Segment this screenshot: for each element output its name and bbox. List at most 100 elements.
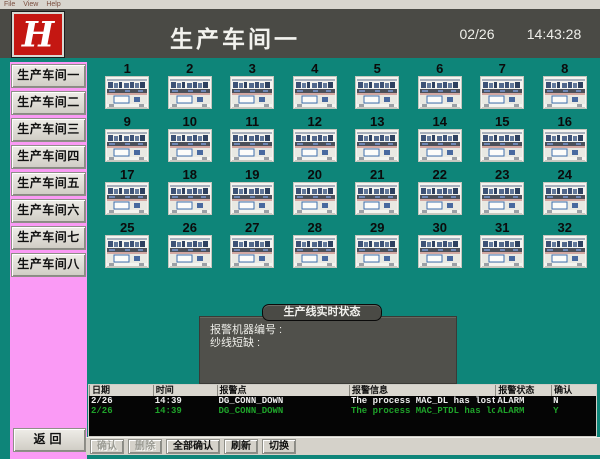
machine-cell-6[interactable]: 6 — [418, 62, 462, 115]
sidebar-item-workshop-4[interactable]: 生产车间四 — [11, 145, 86, 169]
knitting-machine-icon — [230, 129, 274, 162]
machine-cell-10[interactable]: 10 — [168, 115, 212, 168]
machine-cell-21[interactable]: 21 — [355, 168, 399, 221]
sidebar: 生产车间一生产车间二生产车间三生产车间四生产车间五生产车间六生产车间七生产车间八 — [10, 62, 87, 459]
column-header-1: 时间 — [153, 385, 217, 396]
alarm-table-row[interactable]: 2/2614:39DG_CONN_DOWNThe process MAC_DL … — [89, 396, 596, 406]
sidebar-item-workshop-7[interactable]: 生产车间七 — [11, 226, 86, 250]
knitting-machine-icon — [480, 76, 524, 109]
alarm-table-row[interactable]: 2/2614:39DG_CONN_DOWNThe process MAC_PTD… — [89, 406, 596, 416]
status-panel: 报警机器编号 : 纱线短缺 : — [200, 317, 456, 383]
machine-cell-9[interactable]: 9 — [105, 115, 149, 168]
machine-number: 6 — [418, 62, 462, 76]
machine-cell-13[interactable]: 13 — [355, 115, 399, 168]
knitting-machine-icon — [418, 235, 462, 268]
delete-button[interactable]: 删除 — [128, 439, 162, 454]
alarm-machine-label: 报警机器编号 : — [210, 324, 456, 337]
machine-number: 28 — [293, 221, 337, 235]
knitting-machine-icon — [418, 129, 462, 162]
machine-number: 16 — [543, 115, 587, 129]
knitting-machine-icon — [480, 235, 524, 268]
alarm-cell-point: DG_CONN_DOWN — [217, 396, 349, 406]
knitting-machine-icon — [105, 235, 149, 268]
machine-cell-4[interactable]: 4 — [293, 62, 337, 115]
sidebar-item-workshop-8[interactable]: 生产车间八 — [11, 253, 86, 277]
machine-number: 2 — [168, 62, 212, 76]
knitting-machine-icon — [105, 129, 149, 162]
knitting-machine-icon — [168, 129, 212, 162]
knitting-machine-icon — [168, 76, 212, 109]
machine-cell-7[interactable]: 7 — [480, 62, 524, 115]
knitting-machine-icon — [543, 129, 587, 162]
machine-number: 3 — [230, 62, 274, 76]
machine-cell-15[interactable]: 15 — [480, 115, 524, 168]
machine-cell-23[interactable]: 23 — [480, 168, 524, 221]
confirm-button[interactable]: 确认 — [90, 439, 124, 454]
knitting-machine-icon — [355, 235, 399, 268]
alarm-table-body: 2/2614:39DG_CONN_DOWNThe process MAC_DL … — [89, 396, 596, 416]
machine-cell-5[interactable]: 5 — [355, 62, 399, 115]
sidebar-item-workshop-1[interactable]: 生产车间一 — [11, 64, 86, 88]
machine-cell-8[interactable]: 8 — [543, 62, 587, 115]
knitting-machine-icon — [418, 182, 462, 215]
machine-cell-1[interactable]: 1 — [105, 62, 149, 115]
machine-cell-14[interactable]: 14 — [418, 115, 462, 168]
machine-number: 19 — [230, 168, 274, 182]
machine-cell-12[interactable]: 12 — [293, 115, 337, 168]
machine-number: 11 — [230, 115, 274, 129]
machine-cell-17[interactable]: 17 — [105, 168, 149, 221]
menu-item-file[interactable]: File — [4, 0, 15, 9]
date-display: 02/26 — [445, 26, 509, 42]
machine-cell-31[interactable]: 31 — [480, 221, 524, 274]
logo-h-icon: H — [18, 16, 58, 54]
machine-number: 9 — [105, 115, 149, 129]
machine-number: 5 — [355, 62, 399, 76]
menu-item-help[interactable]: Help — [46, 0, 60, 9]
machine-number: 26 — [168, 221, 212, 235]
machine-cell-2[interactable]: 2 — [168, 62, 212, 115]
confirm-all-button[interactable]: 全部确认 — [166, 439, 220, 454]
machine-cell-19[interactable]: 19 — [230, 168, 274, 221]
column-header-3: 报警信息 — [349, 385, 495, 396]
machine-cell-25[interactable]: 25 — [105, 221, 149, 274]
sidebar-item-workshop-5[interactable]: 生产车间五 — [11, 172, 86, 196]
refresh-button[interactable]: 刷新 — [224, 439, 258, 454]
time-display: 14:43:28 — [512, 26, 596, 42]
footer-button-bar: 确认删除全部确认刷新切换 — [86, 437, 600, 455]
column-header-4: 报警状态 — [495, 385, 551, 396]
machine-cell-3[interactable]: 3 — [230, 62, 274, 115]
machine-cell-32[interactable]: 32 — [543, 221, 587, 274]
machine-cell-11[interactable]: 11 — [230, 115, 274, 168]
switch-button[interactable]: 切换 — [262, 439, 296, 454]
knitting-machine-icon — [480, 182, 524, 215]
machine-cell-16[interactable]: 16 — [543, 115, 587, 168]
status-tab: 生产线实时状态 — [262, 304, 382, 321]
machine-cell-20[interactable]: 20 — [293, 168, 337, 221]
machine-cell-26[interactable]: 26 — [168, 221, 212, 274]
knitting-machine-icon — [168, 182, 212, 215]
sidebar-item-workshop-3[interactable]: 生产车间三 — [11, 118, 86, 142]
machine-number: 12 — [293, 115, 337, 129]
menu-item-view[interactable]: View — [23, 0, 38, 9]
machine-cell-22[interactable]: 22 — [418, 168, 462, 221]
app-header: H 生产车间一 02/26 14:43:28 — [0, 9, 600, 58]
knitting-machine-icon — [293, 235, 337, 268]
machine-number: 15 — [480, 115, 524, 129]
machine-cell-24[interactable]: 24 — [543, 168, 587, 221]
sidebar-item-workshop-6[interactable]: 生产车间六 — [11, 199, 86, 223]
knitting-machine-icon — [355, 129, 399, 162]
column-header-5: 确认 — [551, 385, 596, 396]
machine-cell-30[interactable]: 30 — [418, 221, 462, 274]
knitting-machine-icon — [543, 76, 587, 109]
sidebar-item-workshop-2[interactable]: 生产车间二 — [11, 91, 86, 115]
knitting-machine-icon — [105, 76, 149, 109]
return-button[interactable]: 返回 — [13, 428, 86, 452]
alarm-table: 日期时间报警点报警信息报警状态确认 2/2614:39DG_CONN_DOWNT… — [88, 384, 597, 437]
machine-cell-28[interactable]: 28 — [293, 221, 337, 274]
knitting-machine-icon — [168, 235, 212, 268]
machine-number: 24 — [543, 168, 587, 182]
machine-cell-29[interactable]: 29 — [355, 221, 399, 274]
machine-number: 20 — [293, 168, 337, 182]
machine-cell-27[interactable]: 27 — [230, 221, 274, 274]
machine-cell-18[interactable]: 18 — [168, 168, 212, 221]
